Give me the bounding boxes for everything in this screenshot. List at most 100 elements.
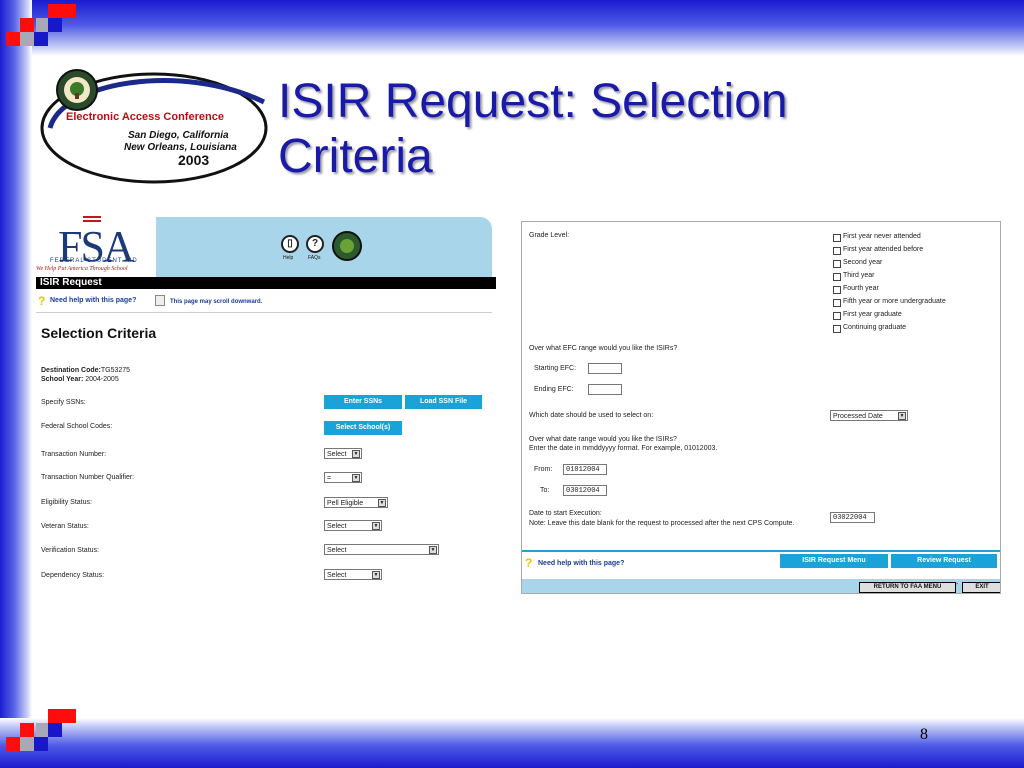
checkbox-grade-6[interactable] [833,312,841,320]
header-blue-panel [156,217,492,277]
checkbox-grade-5[interactable] [833,299,841,307]
scroll-note: This page may scroll downward. [170,299,263,305]
from-label: From: [534,466,553,473]
verification-status-select[interactable]: Select ▼ [324,544,439,555]
dependency-status-select[interactable]: Select ▼ [324,569,382,580]
transaction-number-label: Transaction Number: [41,451,107,458]
slide-title-line-1: ISIR Request: Selection [278,75,788,128]
select-schools-button[interactable]: Select School(s) [324,421,402,435]
footer-divider [522,550,1000,552]
grade-option-label: First year attended before [843,246,924,253]
chevron-down-icon: ▼ [378,499,386,507]
exit-button[interactable]: EXIT [962,582,1000,593]
fsa-tagline: We Help Put America Through School [36,266,128,272]
section-title: Selection Criteria [41,325,157,341]
top-gradient-bar [0,0,1024,56]
checkbox-grade-3[interactable] [833,273,841,281]
grade-option-label: Continuing graduate [843,324,907,331]
grade-option-label: Third year [843,272,875,279]
question-icon: ? [525,556,533,570]
chevron-down-icon: ▼ [372,522,380,530]
date-select-question: Which date should be used to select on: [529,412,654,419]
scroll-indicator-icon [155,295,165,306]
load-ssn-file-button[interactable]: Load SSN File [405,395,482,409]
fsa-logo-text: FSA [58,222,135,271]
transaction-qualifier-label: Transaction Number Qualifier: [41,474,135,481]
selection-criteria-screenshot: FSA FEDERAL STUDENT AID We Help Put Amer… [36,215,496,585]
help-icon[interactable]: ▯ [281,235,299,253]
transaction-qualifier-select[interactable]: = ▼ [324,472,362,483]
grade-level-label: Grade Level: [529,232,570,239]
fsa-subtitle: FEDERAL STUDENT AID [50,258,138,264]
page-number: 8 [920,726,928,743]
review-request-button[interactable]: Review Request [891,554,997,568]
grade-level-criteria-screenshot: Grade Level: First year never attended F… [521,221,1001,594]
date-format-note: Enter the date in mmddyyyy format. For e… [529,445,718,452]
chevron-down-icon: ▼ [898,412,906,420]
left-gradient-bar [0,0,32,768]
checkbox-grade-7[interactable] [833,325,841,333]
date-range-question: Over what date range would you like the … [529,436,677,443]
grade-option-label: Fifth year or more undergraduate [843,298,946,305]
specify-ssns-label: Specify SSNs: [41,399,86,406]
divider [36,312,492,313]
grade-option-label: Fourth year [843,285,879,292]
school-year: School Year: 2004-2005 [41,376,119,383]
logo-line-1: Electronic Access Conference [66,111,224,123]
chevron-down-icon: ▼ [352,450,360,458]
to-label: To: [540,487,550,494]
slide-title-line-2: Criteria [278,130,433,183]
checkbox-grade-0[interactable] [833,234,841,242]
starting-efc-input[interactable] [588,363,622,374]
logo-line-4: 2003 [178,152,210,168]
help-icon-label: Help [283,255,294,261]
corner-squares-top [0,0,80,56]
corner-squares-bottom [0,705,80,768]
chevron-down-icon: ▼ [372,571,380,579]
efc-question: Over what EFC range would you like the I… [529,345,678,352]
flag-icon [83,216,101,224]
grade-option-label: Second year [843,259,883,266]
bottom-gradient-bar [0,718,1024,768]
grade-option-label: First year never attended [843,233,921,240]
conference-logo: Electronic Access Conference San Diego, … [32,62,272,190]
logo-line-2: San Diego, California [128,130,229,141]
veteran-status-label: Veteran Status: [41,523,89,530]
ending-efc-label: Ending EFC: [534,386,574,393]
starting-efc-label: Starting EFC: [534,365,577,372]
eligibility-status-select[interactable]: Pell Eligible ▼ [324,497,388,508]
eligibility-status-label: Eligibility Status: [41,499,92,506]
exec-date-note: Note: Leave this date blank for the requ… [529,520,795,527]
need-help-link[interactable]: Need help with this page? [538,560,624,567]
verification-status-label: Verification Status: [41,547,99,554]
veteran-status-select[interactable]: Select ▼ [324,520,382,531]
isir-request-menu-button[interactable]: ISIR Request Menu [780,554,888,568]
checkbox-grade-1[interactable] [833,247,841,255]
destination-code: Destination Code:TG53275 [41,367,131,374]
faqs-icon[interactable]: ? [306,235,324,253]
question-icon: ? [38,294,46,308]
isir-request-bar: ISIR Request [36,277,496,289]
enter-ssns-button[interactable]: Enter SSNs [324,395,402,409]
transaction-number-select[interactable]: Select ▼ [324,448,362,459]
help-row: ? Need help with this page? This page ma… [36,291,492,311]
exec-date-label: Date to start Execution: [529,510,602,517]
exec-date-input[interactable]: 03022004 [830,512,875,523]
chevron-down-icon: ▼ [429,546,437,554]
date-type-select[interactable]: Processed Date ▼ [830,410,908,421]
from-date-input[interactable]: 01012004 [563,464,607,475]
need-help-link[interactable]: Need help with this page? [50,297,136,304]
chevron-down-icon: ▼ [352,474,360,482]
dependency-status-label: Dependency Status: [41,572,105,579]
ending-efc-input[interactable] [588,384,622,395]
checkbox-grade-2[interactable] [833,260,841,268]
separator: - [956,581,959,588]
return-to-faa-menu-button[interactable]: RETURN TO FAA MENU [859,582,956,593]
to-date-input[interactable]: 03012004 [563,485,607,496]
slide-title: ISIR Request: Selection Criteria [278,74,788,184]
grade-option-label: First year graduate [843,311,902,318]
faqs-icon-label: FAQs [308,255,321,261]
checkbox-grade-4[interactable] [833,286,841,294]
federal-school-codes-label: Federal School Codes: [41,423,113,430]
dept-seal-icon [332,231,362,261]
